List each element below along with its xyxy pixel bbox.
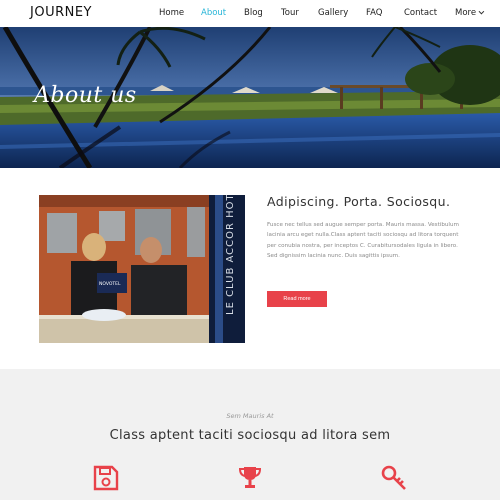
nav-item-more[interactable]: More xyxy=(455,8,485,18)
nav-item-faq[interactable]: FAQ xyxy=(366,8,382,18)
about-photo: LE CLUB ACCOR HOTELS NOVOTEL xyxy=(39,195,245,343)
features-kicker: Sem Mauris At xyxy=(226,412,274,420)
trophy-icon xyxy=(237,465,263,491)
nav-item-gallery[interactable]: Gallery xyxy=(318,8,348,18)
site-header: JOURNEY Home About Blog Tour Gallery FAQ… xyxy=(0,0,500,27)
photo-card-text: NOVOTEL xyxy=(99,281,121,287)
main-nav: Home About Blog Tour Gallery FAQ Contact… xyxy=(0,8,500,22)
nav-item-tour[interactable]: Tour xyxy=(281,8,299,18)
key-icon xyxy=(381,465,407,491)
read-more-button[interactable]: Read more xyxy=(267,291,327,307)
save-icon xyxy=(93,465,119,491)
chevron-down-icon xyxy=(478,8,485,15)
about-heading: Adipiscing. Porta. Sociosqu. xyxy=(267,194,451,209)
nav-item-home[interactable]: Home xyxy=(159,8,184,18)
about-paragraph: Fusce nec tellus sed augue semper porta.… xyxy=(267,222,459,259)
photo-sign-text: LE CLUB ACCOR HOTELS xyxy=(225,195,236,315)
features-title: Class aptent taciti sociosqu ad litora s… xyxy=(109,428,391,443)
hero-banner: About us xyxy=(0,27,500,168)
nav-item-contact[interactable]: Contact xyxy=(404,8,437,18)
features-section: Sem Mauris At Class aptent taciti socios… xyxy=(0,369,500,500)
nav-item-more-label: More xyxy=(455,8,477,18)
hero-title: About us xyxy=(34,83,137,108)
nav-item-about[interactable]: About xyxy=(201,8,226,18)
nav-item-blog[interactable]: Blog xyxy=(244,8,263,18)
